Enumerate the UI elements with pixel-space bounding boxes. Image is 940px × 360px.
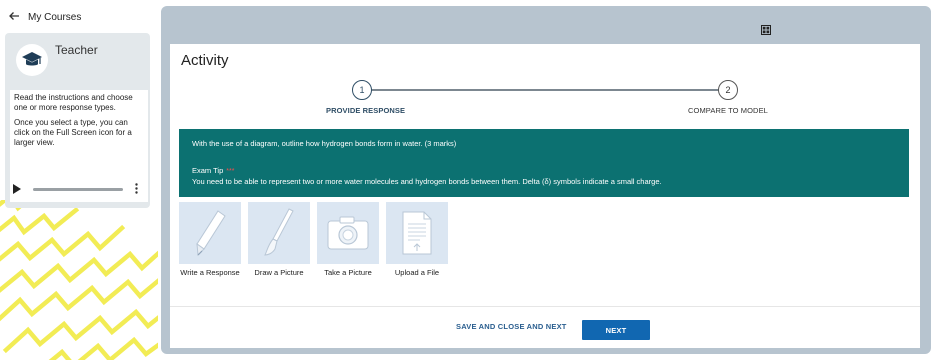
step-1-circle[interactable]: 1 xyxy=(352,80,372,100)
footer-divider xyxy=(170,306,920,307)
save-close-next-button[interactable]: SAVE AND CLOSE AND NEXT xyxy=(456,322,567,331)
exam-tip-marker: *** xyxy=(226,168,235,175)
progress-stepper: 1 2 PROVIDE RESPONSE COMPARE TO MODEL xyxy=(170,80,920,120)
back-label: My Courses xyxy=(28,11,82,23)
more-vertical-icon[interactable] xyxy=(135,182,138,196)
audio-player xyxy=(13,182,141,196)
option-label: Write a Response xyxy=(180,268,240,277)
step-1-label: PROVIDE RESPONSE xyxy=(326,106,406,115)
grid-icon[interactable] xyxy=(761,25,771,35)
step-2-label: COMPARE TO MODEL xyxy=(688,106,768,115)
avatar xyxy=(16,44,48,76)
next-button[interactable]: NEXT xyxy=(582,320,650,340)
stepper-connector xyxy=(363,89,723,91)
response-options: Write a Response Draw a Picture Take a P… xyxy=(179,202,455,292)
back-to-courses-link[interactable]: My Courses xyxy=(8,10,81,24)
option-label: Upload a File xyxy=(394,268,440,277)
draw-picture-option[interactable]: Draw a Picture xyxy=(248,202,310,292)
camera-icon xyxy=(327,216,369,250)
exam-tip-title: Exam Tip xyxy=(192,166,224,175)
write-response-option[interactable]: Write a Response xyxy=(179,202,241,292)
activity-panel: Activity 1 2 PROVIDE RESPONSE COMPARE TO… xyxy=(170,44,920,348)
audio-progress-track[interactable] xyxy=(33,187,123,191)
pencil-icon xyxy=(196,210,226,257)
step-2-circle[interactable]: 2 xyxy=(718,80,738,100)
paintbrush-icon xyxy=(264,208,294,256)
question-text: With the use of a diagram, outline how h… xyxy=(192,139,457,148)
document-icon xyxy=(402,211,432,255)
instruction-text: Once you select a type, you can click on… xyxy=(14,118,132,147)
activity-stage: Activity 1 2 PROVIDE RESPONSE COMPARE TO… xyxy=(161,6,931,354)
option-label: Draw a Picture xyxy=(254,268,304,277)
play-icon[interactable] xyxy=(13,184,21,194)
page-title: Activity xyxy=(181,52,229,69)
exam-tip-text: You need to be able to represent two or … xyxy=(192,177,662,186)
option-label: Take a Picture xyxy=(324,268,372,277)
decorative-pattern xyxy=(0,200,158,360)
left-panel: My Courses Teacher Read the instructions… xyxy=(0,0,158,360)
teacher-name: Teacher xyxy=(55,43,98,57)
upload-file-option[interactable]: Upload a File xyxy=(386,202,448,292)
take-picture-option[interactable]: Take a Picture xyxy=(317,202,379,292)
teacher-card: Teacher Read the instructions and choose… xyxy=(5,33,150,208)
instruction-text: Read the instructions and choose one or … xyxy=(14,93,133,112)
graduation-cap-icon xyxy=(22,52,42,66)
arrow-left-icon xyxy=(8,10,22,24)
question-prompt: With the use of a diagram, outline how h… xyxy=(179,129,909,197)
